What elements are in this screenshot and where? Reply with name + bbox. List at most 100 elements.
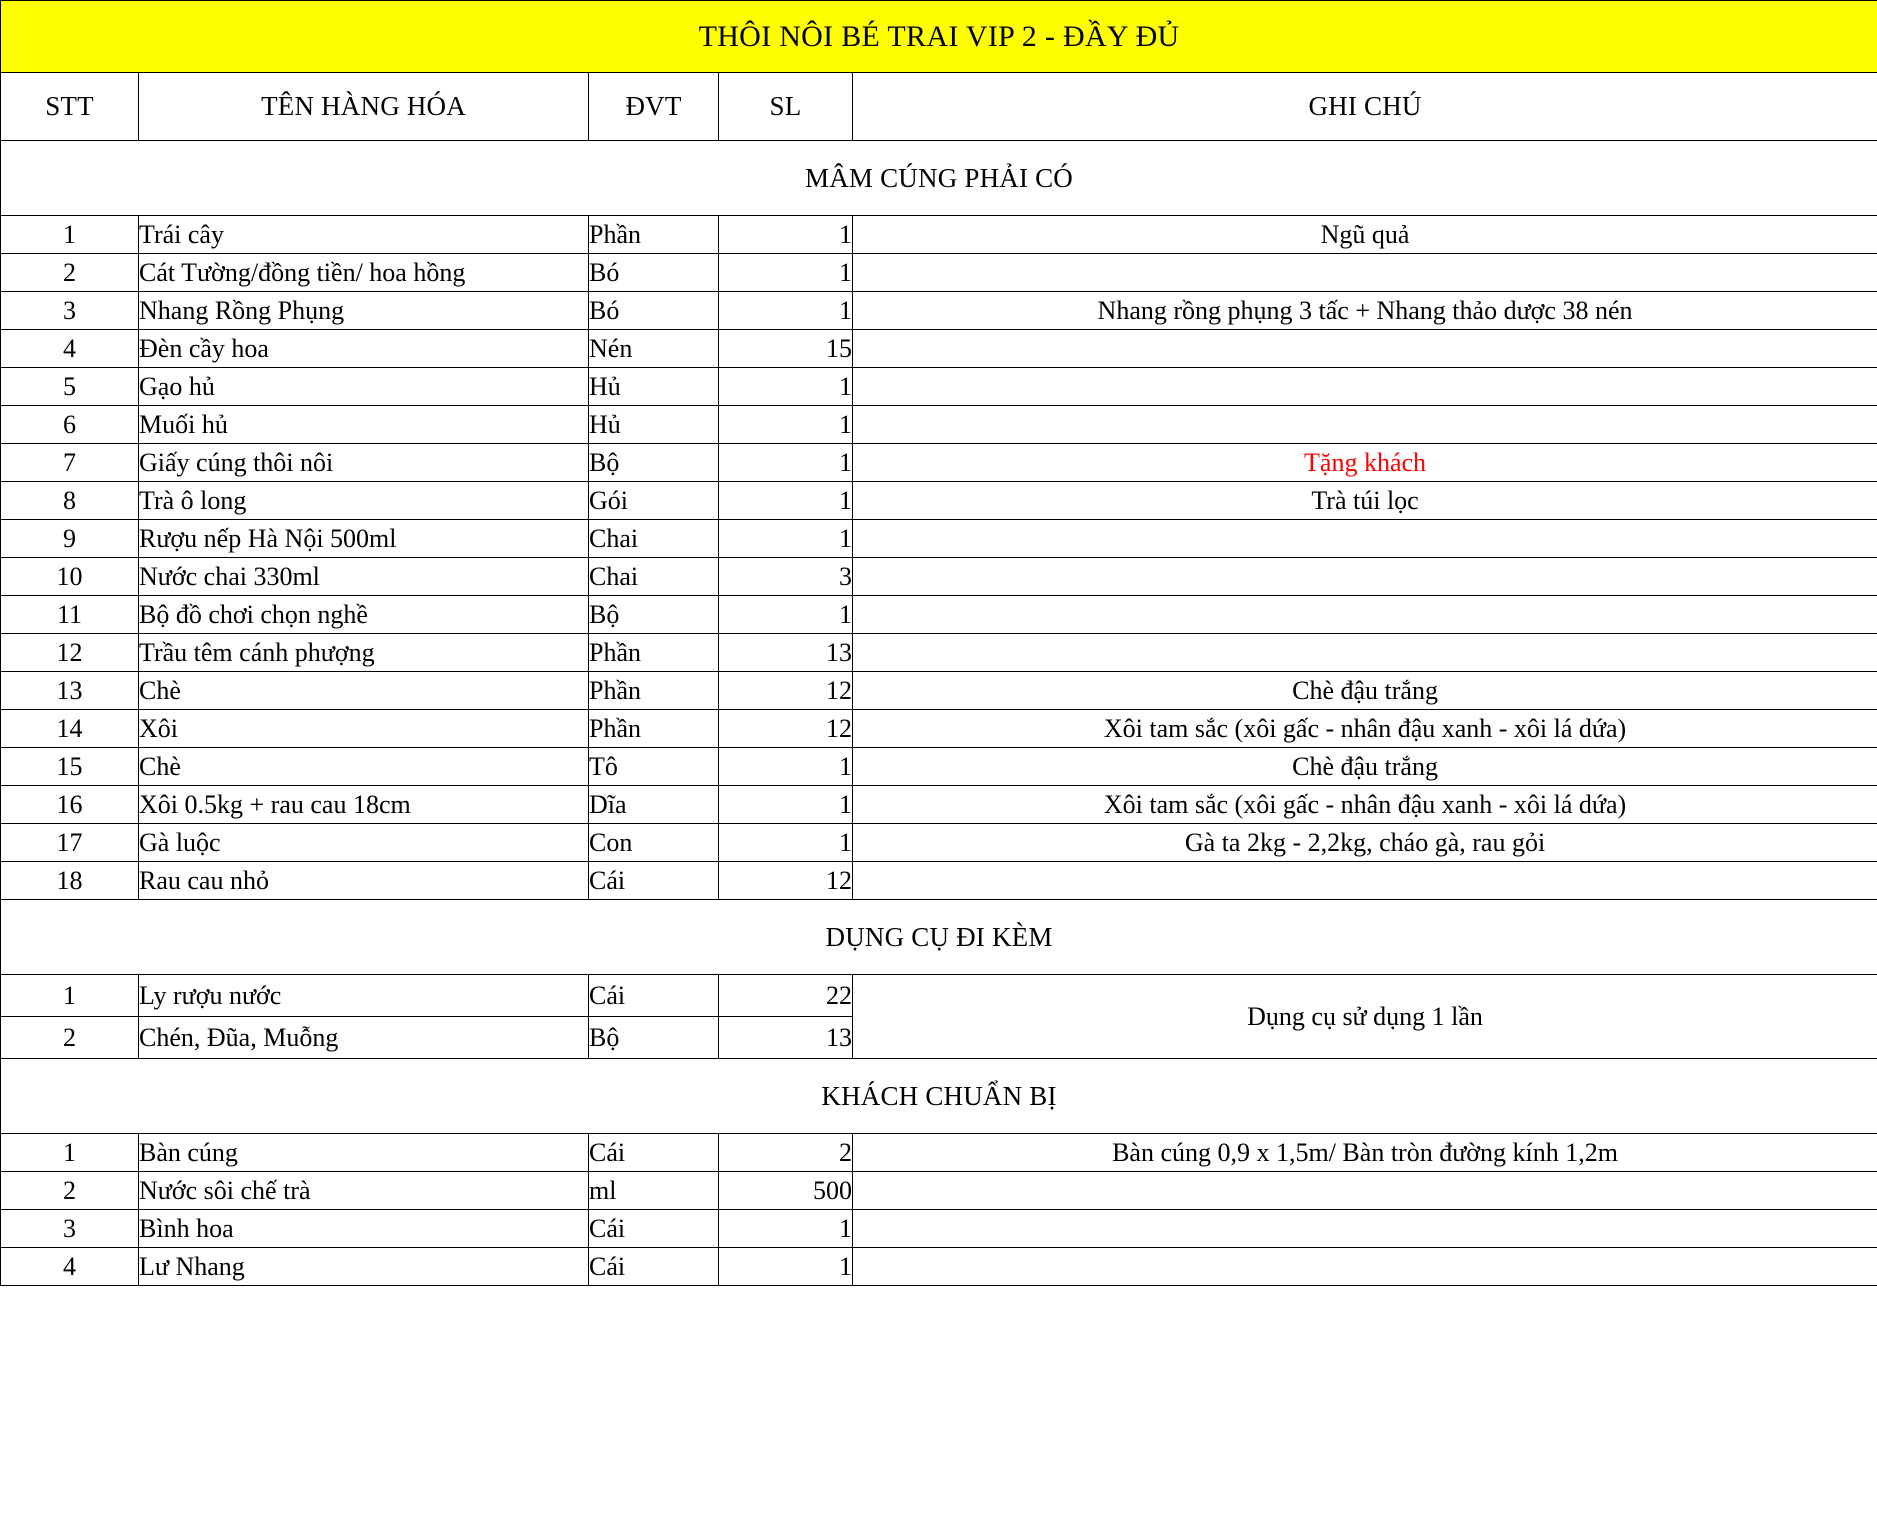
cell-stt: 16 (0, 785, 139, 824)
table-row: 3 Bình hoa Cái 1 (0, 1209, 1877, 1248)
cell-quantity: 500 (718, 1171, 853, 1210)
column-header-stt: STT (0, 72, 139, 141)
cell-stt: 6 (0, 405, 139, 444)
cell-note (851, 861, 1877, 900)
cell-item-name: Trái cây (138, 215, 589, 254)
cell-note: Chè đậu trắng (851, 747, 1877, 786)
cell-quantity: 13 (718, 1016, 853, 1059)
cell-stt: 15 (0, 747, 139, 786)
cell-note (851, 405, 1877, 444)
document-title: THÔI NÔI BÉ TRAI VIP 2 - ĐẦY ĐỦ (0, 0, 1877, 73)
table-row: 11 Bộ đồ chơi chọn nghề Bộ 1 (0, 595, 1877, 634)
cell-stt: 2 (0, 1016, 139, 1059)
cell-stt: 11 (0, 595, 139, 634)
section-heading: MÂM CÚNG PHẢI CÓ (0, 140, 1877, 216)
cell-note (851, 519, 1877, 558)
cell-item-name: Nước sôi chế trà (138, 1171, 589, 1210)
table-row: 9 Rượu nếp Hà Nội 500ml Chai 1 (0, 519, 1877, 558)
cell-quantity: 2 (718, 1133, 853, 1172)
cell-note: Chè đậu trắng (851, 671, 1877, 710)
table-row: 1 Trái cây Phần 1 Ngũ quả (0, 215, 1877, 254)
cell-item-name: Bộ đồ chơi chọn nghề (138, 595, 589, 634)
cell-quantity: 1 (718, 481, 853, 520)
cell-note: Gà ta 2kg - 2,2kg, cháo gà, rau gỏi (851, 823, 1877, 862)
cell-quantity: 1 (718, 215, 853, 254)
cell-note: Xôi tam sắc (xôi gấc - nhân đậu xanh - x… (851, 709, 1877, 748)
section-heading-row: MÂM CÚNG PHẢI CÓ (0, 140, 1877, 216)
table-row: 13 Chè Phần 12 Chè đậu trắng (0, 671, 1877, 710)
cell-item-name: Xôi 0.5kg + rau cau 18cm (138, 785, 589, 824)
table-row: 1 Ly rượu nước Cái 22 Dụng cụ sử dụng 1 lần (0, 974, 1877, 1059)
table-row: 1 Bàn cúng Cái 2 Bàn cúng 0,9 x 1,5m/ Bàn tr… (0, 1133, 1877, 1172)
table-row: 7 Giấy cúng thôi nôi Bộ 1 Tặng khách (0, 443, 1877, 482)
cell-quantity: 12 (718, 709, 853, 748)
cell-item-name: Xôi (138, 709, 589, 748)
cell-note (851, 253, 1877, 292)
table-row: 10 Nước chai 330ml Chai 3 (0, 557, 1877, 596)
cell-quantity: 22 (718, 974, 853, 1017)
cell-stt: 7 (0, 443, 139, 482)
cell-stt: 4 (0, 329, 139, 368)
cell-unit: Dĩa (588, 785, 719, 824)
cell-quantity: 1 (718, 785, 853, 824)
cell-note: Xôi tam sắc (xôi gấc - nhân đậu xanh - x… (851, 785, 1877, 824)
cell-note (851, 595, 1877, 634)
cell-item-name: Muối hủ (138, 405, 589, 444)
cell-stt: 9 (0, 519, 139, 558)
cell-item-name: Đèn cầy hoa (138, 329, 589, 368)
column-header-row: STT TÊN HÀNG HÓA ĐVT SL GHI CHÚ (0, 72, 1877, 141)
cell-stt: 1 (0, 215, 139, 254)
cell-unit: Bộ (588, 595, 719, 634)
table-row: 12 Trầu têm cánh phượng Phần 13 (0, 633, 1877, 672)
section-heading-row: DỤNG CỤ ĐI KÈM (0, 899, 1877, 975)
cell-item-name: Ly rượu nước (138, 974, 589, 1017)
cell-quantity: 1 (718, 595, 853, 634)
cell-note (851, 1209, 1877, 1248)
cell-unit: Gói (588, 481, 719, 520)
cell-stt: 4 (0, 1247, 139, 1286)
table-row: 3 Nhang Rồng Phụng Bó 1 Nhang rồng phụng 3 t… (0, 291, 1877, 330)
table-body: THÔI NÔI BÉ TRAI VIP 2 - ĐẦY ĐỦ STT TÊN … (0, 0, 1877, 1286)
cell-item-name: Chè (138, 671, 589, 710)
cell-unit: Cái (588, 1209, 719, 1248)
cell-item-name: Cát Tường/đồng tiền/ hoa hồng (138, 253, 589, 292)
cell-item-name: Rau cau nhỏ (138, 861, 589, 900)
title-row: THÔI NÔI BÉ TRAI VIP 2 - ĐẦY ĐỦ (0, 0, 1877, 73)
table-row: 14 Xôi Phần 12 Xôi tam sắc (xôi gấc - nhân đ… (0, 709, 1877, 748)
cell-stt: 10 (0, 557, 139, 596)
table-row: 17 Gà luộc Con 1 Gà ta 2kg - 2,2kg, cháo gà,… (0, 823, 1877, 862)
cell-item-name: Trà ô long (138, 481, 589, 520)
cell-quantity: 12 (718, 861, 853, 900)
cell-quantity: 1 (718, 747, 853, 786)
column-header-note: GHI CHÚ (851, 72, 1877, 141)
cell-stt: 3 (0, 291, 139, 330)
cell-quantity: 1 (718, 1209, 853, 1248)
cell-item-name: Chè (138, 747, 589, 786)
cell-stt: 13 (0, 671, 139, 710)
cell-note (851, 633, 1877, 672)
cell-unit: Cái (588, 1133, 719, 1172)
cell-quantity: 1 (718, 253, 853, 292)
cell-stt: 2 (0, 1171, 139, 1210)
cell-stt: 3 (0, 1209, 139, 1248)
table-row: 2 Nước sôi chế trà ml 500 (0, 1171, 1877, 1210)
cell-item-name: Gạo hủ (138, 367, 589, 406)
cell-stt: 17 (0, 823, 139, 862)
table-row: 18 Rau cau nhỏ Cái 12 (0, 861, 1877, 900)
cell-item-name: Lư Nhang (138, 1247, 589, 1286)
section-heading: DỤNG CỤ ĐI KÈM (0, 899, 1877, 975)
column-header-sl: SL (718, 72, 853, 141)
cell-unit: Hủ (588, 405, 719, 444)
cell-item-name: Chén, Đũa, Muỗng (138, 1016, 589, 1059)
cell-quantity: 1 (718, 519, 853, 558)
cell-item-name: Rượu nếp Hà Nội 500ml (138, 519, 589, 558)
cell-note (851, 557, 1877, 596)
table-row: 5 Gạo hủ Hủ 1 (0, 367, 1877, 406)
table-row: 15 Chè Tô 1 Chè đậu trắng (0, 747, 1877, 786)
table-row: 4 Đèn cầy hoa Nén 15 (0, 329, 1877, 368)
cell-unit: Tô (588, 747, 719, 786)
cell-stt: 8 (0, 481, 139, 520)
cell-note (851, 329, 1877, 368)
cell-note: Trà túi lọc (851, 481, 1877, 520)
cell-unit: Chai (588, 557, 719, 596)
